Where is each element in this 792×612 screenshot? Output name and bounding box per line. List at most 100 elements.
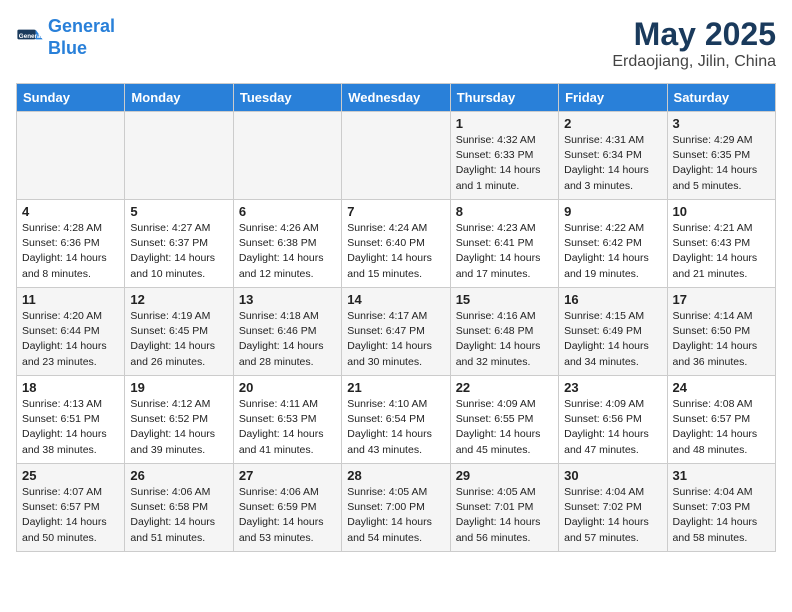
day-number: 6 bbox=[239, 204, 336, 219]
day-info: Sunrise: 4:07 AMSunset: 6:57 PMDaylight:… bbox=[22, 485, 119, 546]
calendar-cell: 25 Sunrise: 4:07 AMSunset: 6:57 PMDayligh… bbox=[17, 464, 125, 552]
day-number: 12 bbox=[130, 292, 227, 307]
calendar-cell: 27 Sunrise: 4:06 AMSunset: 6:59 PMDayligh… bbox=[233, 464, 341, 552]
calendar-body: 1Sunrise: 4:32 AMSunset: 6:33 PMDaylight… bbox=[17, 112, 776, 552]
calendar-cell: 5Sunrise: 4:27 AMSunset: 6:37 PMDaylight… bbox=[125, 200, 233, 288]
day-number: 13 bbox=[239, 292, 336, 307]
day-number: 19 bbox=[130, 380, 227, 395]
day-info: Sunrise: 4:16 AMSunset: 6:48 PMDaylight:… bbox=[456, 309, 553, 370]
calendar-cell: 16 Sunrise: 4:15 AMSunset: 6:49 PMDayligh… bbox=[559, 288, 667, 376]
calendar-cell: 8Sunrise: 4:23 AMSunset: 6:41 PMDaylight… bbox=[450, 200, 558, 288]
day-info: Sunrise: 4:29 AMSunset: 6:35 PMDaylight:… bbox=[673, 133, 770, 194]
day-info: Sunrise: 4:11 AMSunset: 6:53 PMDaylight:… bbox=[239, 397, 336, 458]
calendar-cell: 2 Sunrise: 4:31 AMSunset: 6:34 PMDaylight… bbox=[559, 112, 667, 200]
calendar-cell: 6 Sunrise: 4:26 AMSunset: 6:38 PMDaylight… bbox=[233, 200, 341, 288]
calendar-week-row: 1Sunrise: 4:32 AMSunset: 6:33 PMDaylight… bbox=[17, 112, 776, 200]
calendar-cell: 13 Sunrise: 4:18 AMSunset: 6:46 PMDayligh… bbox=[233, 288, 341, 376]
calendar-cell: 11 Sunrise: 4:20 AMSunset: 6:44 PMDayligh… bbox=[17, 288, 125, 376]
title-block: May 2025 Erdaojiang, Jilin, China bbox=[612, 16, 776, 71]
calendar-cell: 28 Sunrise: 4:05 AMSunset: 7:00 PMDayligh… bbox=[342, 464, 450, 552]
day-number: 2 bbox=[564, 116, 661, 131]
calendar-cell: 21Sunrise: 4:10 AMSunset: 6:54 PMDayligh… bbox=[342, 376, 450, 464]
calendar-cell: 10 Sunrise: 4:21 AMSunset: 6:43 PMDayligh… bbox=[667, 200, 775, 288]
weekday-header: Wednesday bbox=[342, 84, 450, 112]
day-number: 11 bbox=[22, 292, 119, 307]
day-info: Sunrise: 4:04 AMSunset: 7:03 PMDaylight:… bbox=[673, 485, 770, 546]
day-info: Sunrise: 4:28 AMSunset: 6:36 PMDaylight:… bbox=[22, 221, 119, 282]
calendar-header-row: SundayMondayTuesdayWednesdayThursdayFrid… bbox=[17, 84, 776, 112]
day-number: 14 bbox=[347, 292, 444, 307]
calendar-cell: 24Sunrise: 4:08 AMSunset: 6:57 PMDayligh… bbox=[667, 376, 775, 464]
page-subtitle: Erdaojiang, Jilin, China bbox=[612, 53, 776, 71]
day-info: Sunrise: 4:04 AMSunset: 7:02 PMDaylight:… bbox=[564, 485, 661, 546]
logo: General General Blue bbox=[16, 16, 115, 59]
day-info: Sunrise: 4:26 AMSunset: 6:38 PMDaylight:… bbox=[239, 221, 336, 282]
day-info: Sunrise: 4:20 AMSunset: 6:44 PMDaylight:… bbox=[22, 309, 119, 370]
calendar-cell: 4Sunrise: 4:28 AMSunset: 6:36 PMDaylight… bbox=[17, 200, 125, 288]
day-info: Sunrise: 4:23 AMSunset: 6:41 PMDaylight:… bbox=[456, 221, 553, 282]
day-number: 10 bbox=[673, 204, 770, 219]
calendar-cell: 20 Sunrise: 4:11 AMSunset: 6:53 PMDayligh… bbox=[233, 376, 341, 464]
weekday-header: Thursday bbox=[450, 84, 558, 112]
calendar-week-row: 25 Sunrise: 4:07 AMSunset: 6:57 PMDayligh… bbox=[17, 464, 776, 552]
day-info: Sunrise: 4:10 AMSunset: 6:54 PMDaylight:… bbox=[347, 397, 444, 458]
day-number: 17 bbox=[673, 292, 770, 307]
weekday-header: Monday bbox=[125, 84, 233, 112]
calendar-cell: 1Sunrise: 4:32 AMSunset: 6:33 PMDaylight… bbox=[450, 112, 558, 200]
day-number: 18 bbox=[22, 380, 119, 395]
calendar-cell: 14 Sunrise: 4:17 AMSunset: 6:47 PMDayligh… bbox=[342, 288, 450, 376]
day-info: Sunrise: 4:27 AMSunset: 6:37 PMDaylight:… bbox=[130, 221, 227, 282]
calendar-cell: 23Sunrise: 4:09 AMSunset: 6:56 PMDayligh… bbox=[559, 376, 667, 464]
day-info: Sunrise: 4:05 AMSunset: 7:00 PMDaylight:… bbox=[347, 485, 444, 546]
calendar-cell bbox=[342, 112, 450, 200]
day-number: 25 bbox=[22, 468, 119, 483]
day-number: 9 bbox=[564, 204, 661, 219]
calendar-week-row: 18 Sunrise: 4:13 AMSunset: 6:51 PMDayligh… bbox=[17, 376, 776, 464]
calendar-cell: 12 Sunrise: 4:19 AMSunset: 6:45 PMDayligh… bbox=[125, 288, 233, 376]
calendar-cell: 30 Sunrise: 4:04 AMSunset: 7:02 PMDayligh… bbox=[559, 464, 667, 552]
svg-text:General: General bbox=[19, 33, 43, 40]
day-info: Sunrise: 4:24 AMSunset: 6:40 PMDaylight:… bbox=[347, 221, 444, 282]
day-info: Sunrise: 4:32 AMSunset: 6:33 PMDaylight:… bbox=[456, 133, 553, 194]
calendar-cell bbox=[17, 112, 125, 200]
day-info: Sunrise: 4:13 AMSunset: 6:51 PMDaylight:… bbox=[22, 397, 119, 458]
day-number: 31 bbox=[673, 468, 770, 483]
day-number: 20 bbox=[239, 380, 336, 395]
logo-icon: General bbox=[16, 24, 44, 52]
day-info: Sunrise: 4:09 AMSunset: 6:55 PMDaylight:… bbox=[456, 397, 553, 458]
weekday-header: Tuesday bbox=[233, 84, 341, 112]
day-info: Sunrise: 4:19 AMSunset: 6:45 PMDaylight:… bbox=[130, 309, 227, 370]
calendar-week-row: 4Sunrise: 4:28 AMSunset: 6:36 PMDaylight… bbox=[17, 200, 776, 288]
calendar-cell: 29Sunrise: 4:05 AMSunset: 7:01 PMDayligh… bbox=[450, 464, 558, 552]
day-info: Sunrise: 4:09 AMSunset: 6:56 PMDaylight:… bbox=[564, 397, 661, 458]
day-info: Sunrise: 4:15 AMSunset: 6:49 PMDaylight:… bbox=[564, 309, 661, 370]
calendar-cell bbox=[125, 112, 233, 200]
day-number: 15 bbox=[456, 292, 553, 307]
page-title: May 2025 bbox=[612, 16, 776, 53]
calendar-table: SundayMondayTuesdayWednesdayThursdayFrid… bbox=[16, 83, 776, 552]
day-number: 28 bbox=[347, 468, 444, 483]
calendar-cell: 18 Sunrise: 4:13 AMSunset: 6:51 PMDayligh… bbox=[17, 376, 125, 464]
calendar-cell: 15 Sunrise: 4:16 AMSunset: 6:48 PMDayligh… bbox=[450, 288, 558, 376]
day-info: Sunrise: 4:06 AMSunset: 6:58 PMDaylight:… bbox=[130, 485, 227, 546]
day-info: Sunrise: 4:21 AMSunset: 6:43 PMDaylight:… bbox=[673, 221, 770, 282]
calendar-cell: 19Sunrise: 4:12 AMSunset: 6:52 PMDayligh… bbox=[125, 376, 233, 464]
calendar-cell: 26 Sunrise: 4:06 AMSunset: 6:58 PMDayligh… bbox=[125, 464, 233, 552]
day-number: 16 bbox=[564, 292, 661, 307]
day-info: Sunrise: 4:18 AMSunset: 6:46 PMDaylight:… bbox=[239, 309, 336, 370]
day-number: 30 bbox=[564, 468, 661, 483]
logo-text: General Blue bbox=[48, 16, 115, 59]
calendar-cell bbox=[233, 112, 341, 200]
day-info: Sunrise: 4:06 AMSunset: 6:59 PMDaylight:… bbox=[239, 485, 336, 546]
day-number: 26 bbox=[130, 468, 227, 483]
day-number: 7 bbox=[347, 204, 444, 219]
weekday-header: Friday bbox=[559, 84, 667, 112]
day-number: 27 bbox=[239, 468, 336, 483]
page-header: General General Blue May 2025 Erdaojiang… bbox=[16, 16, 776, 71]
day-info: Sunrise: 4:17 AMSunset: 6:47 PMDaylight:… bbox=[347, 309, 444, 370]
day-info: Sunrise: 4:31 AMSunset: 6:34 PMDaylight:… bbox=[564, 133, 661, 194]
calendar-cell: 9Sunrise: 4:22 AMSunset: 6:42 PMDaylight… bbox=[559, 200, 667, 288]
calendar-cell: 31 Sunrise: 4:04 AMSunset: 7:03 PMDayligh… bbox=[667, 464, 775, 552]
calendar-cell: 17Sunrise: 4:14 AMSunset: 6:50 PMDayligh… bbox=[667, 288, 775, 376]
day-number: 24 bbox=[673, 380, 770, 395]
